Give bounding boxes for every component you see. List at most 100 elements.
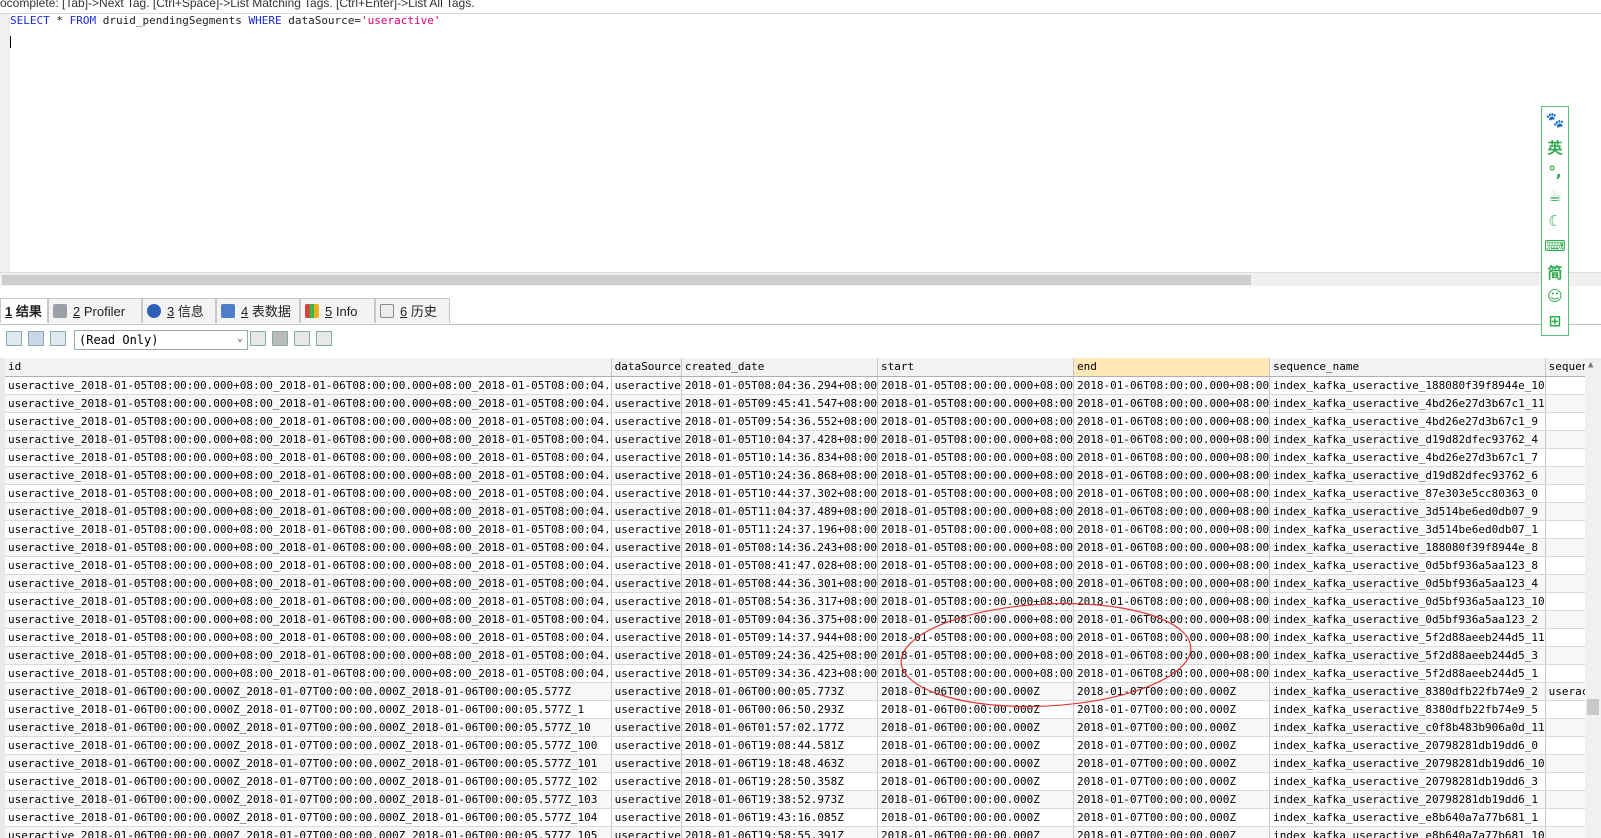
cell-sequence-name[interactable]: index_kafka_useractive_0d5bf936a5aa123_1…	[1269, 592, 1546, 611]
cell-id[interactable]: useractive_2018-01-06T00:00:00.000Z_2018…	[0, 736, 612, 755]
cell-sequence-name[interactable]: index_kafka_useractive_d19d82dfec93762_6	[1269, 466, 1546, 485]
cell-sequence-name[interactable]: index_kafka_useractive_188080f39f8944e_1…	[1269, 376, 1546, 395]
cell-id[interactable]: useractive_2018-01-05T08:00:00.000+08:00…	[0, 466, 612, 485]
cell-sequence-name[interactable]: index_kafka_useractive_d19d82dfec93762_4	[1269, 430, 1546, 449]
cell-sequence-name[interactable]: index_kafka_useractive_5f2d88aeeb244d5_1…	[1269, 628, 1546, 647]
table-row[interactable]: useractive_2018-01-05T08:00:00.000+08:00…	[0, 646, 1585, 665]
cell-end[interactable]: 2018-01-06T08:00:00.000+08:00	[1073, 448, 1271, 467]
grid-vertical-scrollbar[interactable]: ▲	[1585, 358, 1601, 838]
cell-created-date[interactable]: 2018-01-05T11:24:37.196+08:00	[681, 520, 878, 539]
import-icon[interactable]	[28, 331, 44, 346]
cell-sequence-prev-id[interactable]	[1545, 484, 1585, 503]
column-header-sequence-name[interactable]: sequence_name	[1269, 358, 1546, 377]
cell-end[interactable]: 2018-01-07T00:00:00.000Z	[1073, 700, 1271, 719]
cell-id[interactable]: useractive_2018-01-06T00:00:00.000Z_2018…	[0, 808, 612, 827]
cell-sequence-prev-id[interactable]	[1545, 448, 1585, 467]
cell-datasource[interactable]: useractive	[611, 376, 682, 395]
cell-datasource[interactable]: useractive	[611, 700, 682, 719]
cell-datasource[interactable]: useractive	[611, 538, 682, 557]
delete-icon[interactable]	[316, 331, 332, 346]
table-row[interactable]: useractive_2018-01-06T00:00:00.000Z_2018…	[0, 772, 1585, 791]
cell-id[interactable]: useractive_2018-01-06T00:00:00.000Z_2018…	[0, 682, 612, 701]
cell-end[interactable]: 2018-01-06T08:00:00.000+08:00	[1073, 592, 1271, 611]
cell-end[interactable]: 2018-01-06T08:00:00.000+08:00	[1073, 646, 1271, 665]
table-row[interactable]: useractive_2018-01-05T08:00:00.000+08:00…	[0, 574, 1585, 593]
read-only-select[interactable]: (Read Only) ⌄	[74, 330, 248, 350]
cell-end[interactable]: 2018-01-06T08:00:00.000+08:00	[1073, 394, 1271, 413]
table-row[interactable]: useractive_2018-01-05T08:00:00.000+08:00…	[0, 520, 1585, 539]
cell-id[interactable]: useractive_2018-01-06T00:00:00.000Z_2018…	[0, 790, 612, 809]
cell-datasource[interactable]: useractive	[611, 466, 682, 485]
cell-id[interactable]: useractive_2018-01-06T00:00:00.000Z_2018…	[0, 700, 612, 719]
cell-created-date[interactable]: 2018-01-06T19:43:16.085Z	[681, 808, 878, 827]
cell-end[interactable]: 2018-01-06T08:00:00.000+08:00	[1073, 574, 1271, 593]
cell-created-date[interactable]: 2018-01-06T19:38:52.973Z	[681, 790, 878, 809]
cell-datasource[interactable]: useractive	[611, 412, 682, 431]
table-row[interactable]: useractive_2018-01-05T08:00:00.000+08:00…	[0, 664, 1585, 683]
cell-start[interactable]: 2018-01-06T00:00:00.000Z	[877, 754, 1075, 773]
table-row[interactable]: useractive_2018-01-05T08:00:00.000+08:00…	[0, 502, 1585, 521]
cell-end[interactable]: 2018-01-07T00:00:00.000Z	[1073, 754, 1271, 773]
cell-id[interactable]: useractive_2018-01-05T08:00:00.000+08:00…	[0, 484, 612, 503]
sql-text[interactable]: SELECT * FROM druid_pendingSegments WHER…	[10, 14, 441, 28]
cell-created-date[interactable]: 2018-01-06T00:06:50.293Z	[681, 700, 878, 719]
cell-datasource[interactable]: useractive	[611, 736, 682, 755]
cell-id[interactable]: useractive_2018-01-05T08:00:00.000+08:00…	[0, 448, 612, 467]
cell-start[interactable]: 2018-01-05T08:00:00.000+08:00	[877, 628, 1075, 647]
cell-start[interactable]: 2018-01-06T00:00:00.000Z	[877, 772, 1075, 791]
cell-sequence-prev-id[interactable]	[1545, 790, 1585, 809]
cell-datasource[interactable]: useractive	[611, 664, 682, 683]
cell-end[interactable]: 2018-01-07T00:00:00.000Z	[1073, 790, 1271, 809]
table-row[interactable]: useractive_2018-01-05T08:00:00.000+08:00…	[0, 610, 1585, 629]
refresh-icon[interactable]	[50, 331, 66, 346]
cell-sequence-name[interactable]: index_kafka_useractive_20798281db19dd6_3	[1269, 772, 1546, 791]
cell-start[interactable]: 2018-01-05T08:00:00.000+08:00	[877, 610, 1075, 629]
cell-start[interactable]: 2018-01-05T08:00:00.000+08:00	[877, 502, 1075, 521]
cell-end[interactable]: 2018-01-07T00:00:00.000Z	[1073, 736, 1271, 755]
cell-created-date[interactable]: 2018-01-05T08:44:36.301+08:00	[681, 574, 878, 593]
table-row[interactable]: useractive_2018-01-05T08:00:00.000+08:00…	[0, 448, 1585, 467]
cell-datasource[interactable]: useractive	[611, 502, 682, 521]
table-row[interactable]: useractive_2018-01-05T08:00:00.000+08:00…	[0, 430, 1585, 449]
cell-start[interactable]: 2018-01-05T08:00:00.000+08:00	[877, 556, 1075, 575]
cell-sequence-name[interactable]: index_kafka_useractive_c0f8b483b906a0d_1…	[1269, 718, 1546, 737]
cell-sequence-prev-id[interactable]	[1545, 754, 1585, 773]
cell-datasource[interactable]: useractive	[611, 772, 682, 791]
paw-icon[interactable]: 🐾	[1542, 111, 1568, 129]
cell-id[interactable]: useractive_2018-01-05T08:00:00.000+08:00…	[0, 394, 612, 413]
cell-datasource[interactable]: useractive	[611, 682, 682, 701]
cell-end[interactable]: 2018-01-06T08:00:00.000+08:00	[1073, 538, 1271, 557]
cell-end[interactable]: 2018-01-06T08:00:00.000+08:00	[1073, 556, 1271, 575]
cell-sequence-prev-id[interactable]	[1545, 808, 1585, 827]
cell-datasource[interactable]: useractive	[611, 754, 682, 773]
cell-created-date[interactable]: 2018-01-06T19:28:50.358Z	[681, 772, 878, 791]
cell-created-date[interactable]: 2018-01-05T08:41:47.028+08:00	[681, 556, 878, 575]
cell-created-date[interactable]: 2018-01-05T08:04:36.294+08:00	[681, 376, 878, 395]
cell-start[interactable]: 2018-01-05T08:00:00.000+08:00	[877, 466, 1075, 485]
cell-created-date[interactable]: 2018-01-05T10:04:37.428+08:00	[681, 430, 878, 449]
cell-sequence-name[interactable]: index_kafka_useractive_20798281db19dd6_0	[1269, 736, 1546, 755]
cell-sequence-name[interactable]: index_kafka_useractive_3d514be6ed0db07_1	[1269, 520, 1546, 539]
cell-sequence-prev-id[interactable]	[1545, 538, 1585, 557]
cell-start[interactable]: 2018-01-06T00:00:00.000Z	[877, 682, 1075, 701]
cell-id[interactable]: useractive_2018-01-06T00:00:00.000Z_2018…	[0, 754, 612, 773]
table-row[interactable]: useractive_2018-01-05T08:00:00.000+08:00…	[0, 484, 1585, 503]
cell-datasource[interactable]: useractive	[611, 574, 682, 593]
cell-datasource[interactable]: useractive	[611, 826, 682, 838]
cell-start[interactable]: 2018-01-06T00:00:00.000Z	[877, 826, 1075, 838]
cell-start[interactable]: 2018-01-05T08:00:00.000+08:00	[877, 520, 1075, 539]
cell-start[interactable]: 2018-01-05T08:00:00.000+08:00	[877, 646, 1075, 665]
cell-created-date[interactable]: 2018-01-05T10:44:37.302+08:00	[681, 484, 878, 503]
mug-icon[interactable]: ☕	[1542, 187, 1568, 205]
cell-sequence-name[interactable]: index_kafka_useractive_5f2d88aeeb244d5_3	[1269, 646, 1546, 665]
cell-datasource[interactable]: useractive	[611, 520, 682, 539]
cell-datasource[interactable]: useractive	[611, 394, 682, 413]
save-disk-icon[interactable]	[272, 331, 288, 346]
cell-sequence-prev-id[interactable]	[1545, 502, 1585, 521]
cell-sequence-name[interactable]: index_kafka_useractive_5f2d88aeeb244d5_1	[1269, 664, 1546, 683]
cell-datasource[interactable]: useractive	[611, 448, 682, 467]
cell-created-date[interactable]: 2018-01-05T09:45:41.547+08:00	[681, 394, 878, 413]
keyboard-icon[interactable]: ⌨	[1542, 237, 1568, 255]
cell-datasource[interactable]: useractive	[611, 592, 682, 611]
results-grid[interactable]: id dataSource created_date start end seq…	[0, 358, 1585, 838]
